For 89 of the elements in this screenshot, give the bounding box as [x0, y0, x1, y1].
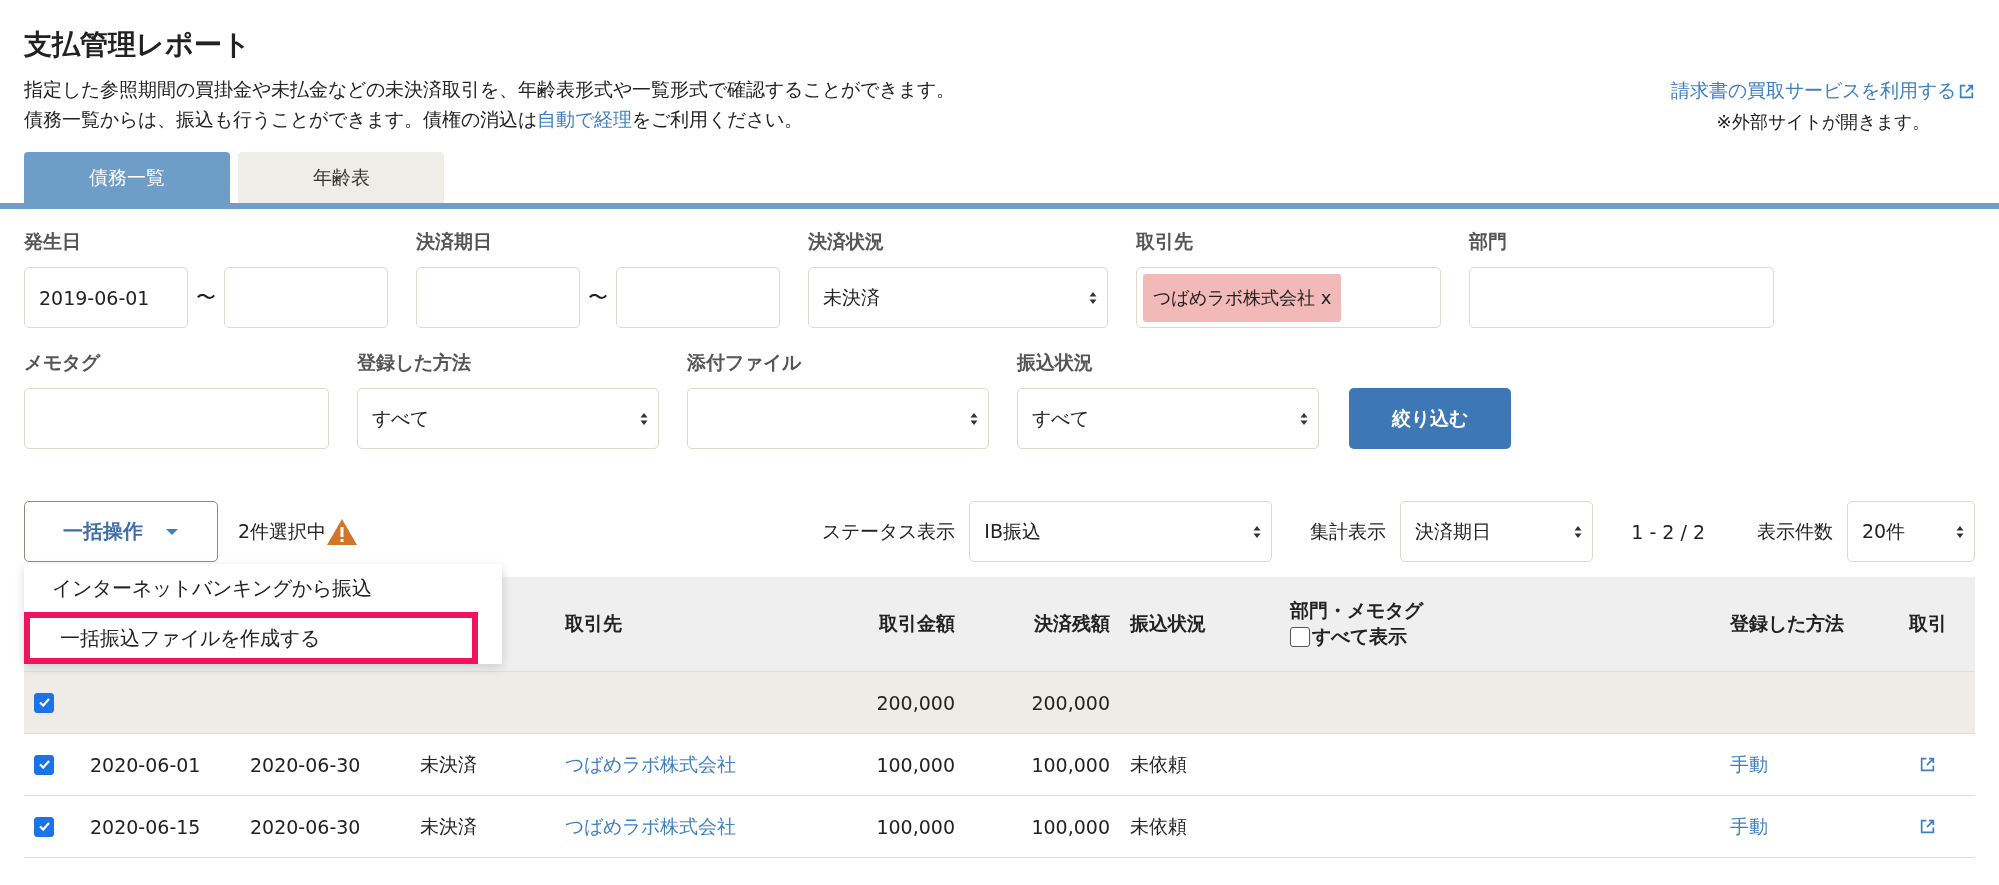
- status-select[interactable]: 未決済: [808, 267, 1108, 328]
- checkmark-icon: [38, 822, 50, 831]
- method-link[interactable]: 手動: [1730, 751, 1768, 778]
- description-text: をご利用ください。: [632, 108, 803, 130]
- selection-count: 2件選択中: [238, 518, 327, 544]
- column-header: 取引先: [565, 611, 622, 636]
- filter-label: 決済期日: [416, 229, 493, 254]
- checkmark-icon: [38, 698, 50, 707]
- external-note: ※外部サイトが開きます。: [1716, 110, 1930, 134]
- external-link-icon: [1919, 756, 1936, 773]
- partner-link[interactable]: つばめラボ株式会社: [565, 813, 736, 840]
- table-cell: 2020-06-01: [90, 753, 201, 776]
- filter-label: 部門: [1469, 229, 1508, 254]
- select-arrows-icon: [1089, 290, 1097, 305]
- partner-link[interactable]: つばめラボ株式会社: [565, 751, 736, 778]
- page-range: 1 - 2 / 2: [1631, 520, 1705, 543]
- date-field[interactable]: [224, 267, 388, 328]
- checkbox[interactable]: [1290, 627, 1310, 647]
- external-service-link[interactable]: 請求書の買取サービスを利用する: [1671, 78, 1975, 104]
- aggregate-label: 集計表示: [1310, 518, 1387, 544]
- show-all-label: すべて表示: [1312, 624, 1407, 649]
- column-header: 取引金額: [879, 611, 955, 636]
- table-cell-text: 未決済: [420, 751, 477, 777]
- checkbox[interactable]: [34, 754, 54, 775]
- per-page-select[interactable]: 20件: [1847, 501, 1975, 562]
- table-cell: 100,000: [876, 815, 955, 838]
- column-header: 決済残額: [1034, 611, 1110, 636]
- description-text: 指定した参照期間の買掛金や未払金などの未決済取引を、年齢表形式や一覧形式で確認することができます。: [24, 77, 955, 102]
- partner-field[interactable]: つばめラボ株式会社 x: [1136, 267, 1441, 328]
- column-header: 振込状況: [1130, 611, 1206, 636]
- menu-item[interactable]: インターネットバンキングから振込: [24, 564, 502, 612]
- table-cell-text: 未依頼: [1130, 813, 1187, 839]
- select-arrows-icon: [1253, 524, 1262, 539]
- table-cell: 200,000: [876, 691, 955, 714]
- table-cell: 200,000: [1031, 691, 1110, 714]
- menu-item[interactable]: 一括振込ファイルを作成する: [24, 612, 478, 664]
- date-field[interactable]: [416, 267, 580, 328]
- checkmark-icon: [38, 760, 50, 769]
- open-transaction-button[interactable]: [1919, 756, 1936, 773]
- column-header: 取引: [1908, 611, 1947, 636]
- auto-accounting-link[interactable]: 自動で経理: [537, 108, 632, 130]
- caret-icon: [165, 527, 179, 536]
- filter-label: 発生日: [24, 229, 82, 254]
- open-transaction-button[interactable]: [1919, 818, 1936, 835]
- column-header: 部門・メモタグ: [1290, 598, 1423, 623]
- date-field[interactable]: [616, 267, 780, 328]
- status-display-select[interactable]: IB振込: [969, 501, 1273, 562]
- filter-label: 振込状況: [1017, 350, 1094, 375]
- table-cell: 100,000: [1031, 815, 1110, 838]
- filter-label: 添付ファイル: [687, 350, 802, 375]
- department-field[interactable]: [1469, 267, 1774, 328]
- filter-label: 決済状況: [808, 229, 885, 254]
- filter-label: 登録した方法: [357, 350, 472, 375]
- select-arrows-icon: [1574, 524, 1583, 539]
- page-title: 支払管理レポート: [24, 27, 252, 63]
- aggregate-select[interactable]: 決済期日: [1400, 501, 1594, 562]
- table-cell: 100,000: [876, 753, 955, 776]
- partner-tag: つばめラボ株式会社 x: [1143, 273, 1342, 322]
- select-arrows-icon: [1300, 411, 1308, 426]
- table-cell-text: 未決済: [420, 813, 477, 839]
- table-cell: 100,000: [1031, 753, 1110, 776]
- table-cell: 2020-06-30: [250, 753, 361, 776]
- tab[interactable]: 年齢表: [238, 152, 444, 203]
- memo-tag-field[interactable]: [24, 388, 329, 449]
- external-link-icon: [1919, 818, 1936, 835]
- column-header: 登録した方法: [1730, 611, 1844, 636]
- select-arrows-icon: [1956, 524, 1964, 539]
- filter-select[interactable]: すべて: [1017, 388, 1319, 449]
- external-link-icon: [1958, 82, 1975, 100]
- filter-label: 取引先: [1136, 229, 1194, 254]
- filter-label: メモタグ: [24, 350, 102, 375]
- range-separator: 〜: [588, 284, 608, 311]
- description-text: 債務一覧からは、振込も行うことができます。債権の消込は: [24, 108, 537, 130]
- checkbox[interactable]: [34, 692, 54, 713]
- filter-button[interactable]: 絞り込む: [1349, 388, 1511, 449]
- filter-select[interactable]: すべて: [357, 388, 659, 449]
- table-cell: 2020-06-15: [90, 815, 201, 838]
- select-arrows-icon: [970, 411, 978, 426]
- per-page-label: 表示件数: [1757, 518, 1833, 544]
- warning-icon: [326, 517, 359, 546]
- method-link[interactable]: 手動: [1730, 813, 1768, 840]
- bulk-action-button[interactable]: 一括操作: [24, 501, 218, 562]
- status-label: ステータス表示: [822, 518, 956, 544]
- range-separator: 〜: [196, 284, 216, 311]
- table-cell: 2020-06-30: [250, 815, 361, 838]
- date-field[interactable]: 2019-06-01: [24, 267, 188, 328]
- table-cell-text: 未依頼: [1130, 751, 1187, 777]
- select-arrows-icon: [640, 411, 648, 426]
- checkbox[interactable]: [34, 816, 54, 837]
